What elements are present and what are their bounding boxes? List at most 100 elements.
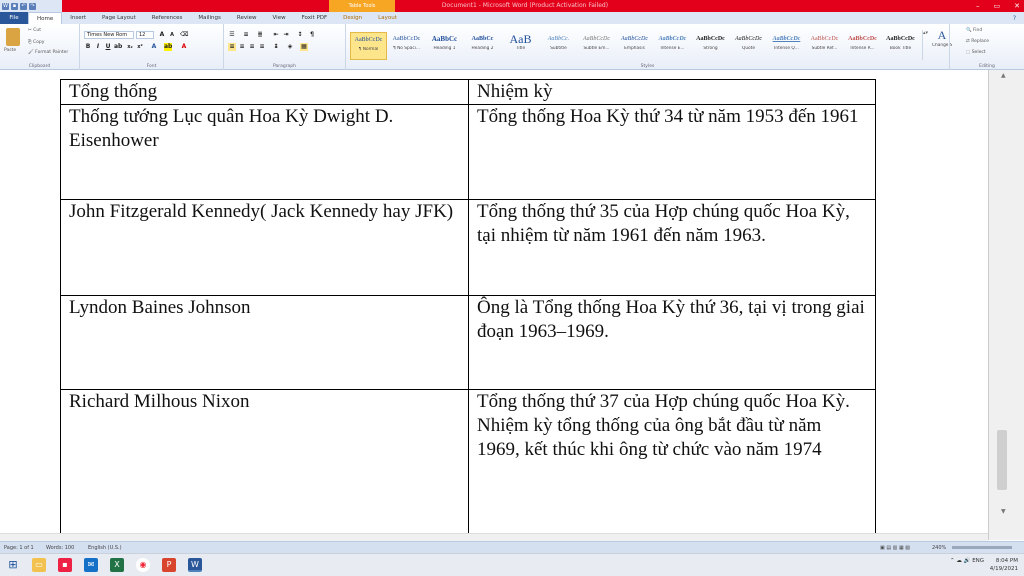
minimize-icon[interactable]: – [976,2,980,10]
grow-font-icon[interactable]: A [158,31,166,39]
justify-icon[interactable]: ≡ [258,43,266,51]
start-icon[interactable]: ⊞ [6,558,20,572]
style-intense-quote[interactable]: AaBbCcDc Intense Q... [768,32,805,60]
styles-scroll-icon[interactable]: ▴▾ [922,30,928,60]
style-emphasis[interactable]: AaBbCcDc Emphasis [616,32,653,60]
shrink-font-icon[interactable]: A [168,31,176,39]
font-size-select[interactable]: 12 [136,31,154,39]
tab-mailings[interactable]: Mailings [190,12,229,24]
cut-button[interactable]: ✂ Cut [28,28,41,33]
style-intense-emphasis[interactable]: AaBbCcDc Intense E... [654,32,691,60]
table-cell[interactable]: Nhiệm kỳ [468,79,876,105]
style-strong[interactable]: AaBbCcDc Strong [692,32,729,60]
word-count[interactable]: Words: 100 [46,545,74,551]
tab-home[interactable]: Home [28,12,63,24]
maximize-icon[interactable]: ▭ [994,2,1001,10]
tab-view[interactable]: View [265,12,294,24]
close-icon[interactable]: ✕ [1014,2,1020,10]
word-icon[interactable]: W [2,2,9,10]
decrease-indent-icon[interactable]: ⇤ [272,31,280,39]
language-indicator[interactable]: English (U.S.) [88,545,122,551]
table-cell[interactable]: Tổng thống [60,79,469,105]
sort-icon[interactable]: ↕ [296,31,304,39]
text-effects-icon[interactable]: A [150,43,158,51]
style-intense-reference[interactable]: AaBbCcDc Intense R... [844,32,881,60]
scroll-thumb[interactable] [997,430,1007,490]
excel-icon[interactable]: X [110,558,124,572]
zoom-level[interactable]: 240% [932,545,946,551]
table-cell[interactable]: Tổng thống thứ 35 của Hợp chúng quốc Hoa… [468,199,876,296]
numbering-icon[interactable]: ≡ [242,31,250,39]
table-cell[interactable]: Tổng thống Hoa Kỳ thứ 34 từ năm 1953 đến… [468,104,876,200]
highlight-icon[interactable]: ab [164,43,172,51]
increase-indent-icon[interactable]: ⇥ [282,31,290,39]
style-normal[interactable]: AaBbCcDc ¶ Normal [350,32,387,60]
table-cell[interactable]: Thống tướng Lục quân Hoa Kỳ Dwight D. Ei… [60,104,469,200]
tab-insert[interactable]: Insert [62,12,94,24]
paste-button[interactable]: Paste [4,48,16,53]
view-buttons-icon[interactable]: ▣ ▤ ▥ ▦ ▧ [880,545,910,551]
bullets-icon[interactable]: ☰ [228,31,236,39]
bold-button[interactable]: B [84,43,92,51]
shading-icon[interactable]: ◈ [286,43,294,51]
tab-design[interactable]: Design [335,12,370,24]
style-subtle-emphasis[interactable]: AaBbCcDc Subtle Em... [578,32,615,60]
style-subtitle[interactable]: AaBbCc. Subtitle [540,32,577,60]
tab-review[interactable]: Review [229,12,265,24]
font-name-select[interactable]: Times New Rom [84,31,134,39]
find-button[interactable]: 🔍 Find [966,28,982,33]
tab-layout[interactable]: Layout [370,12,405,24]
word-taskbar-icon[interactable]: W [188,558,202,572]
tab-foxit-pdf[interactable]: Foxit PDF [294,12,336,24]
italic-button[interactable]: I [94,43,102,51]
style-title[interactable]: AaB Title [502,32,539,60]
table-cell[interactable]: Richard Milhous Nixon [60,389,469,536]
align-center-icon[interactable]: ≡ [238,43,246,51]
redo-icon[interactable]: ↷ [29,2,36,10]
vertical-scrollbar[interactable]: ▲ ▼ [988,70,1024,540]
pdf-icon[interactable]: P [162,558,176,572]
tab-references[interactable]: References [144,12,191,24]
file-explorer-icon[interactable]: ▭ [32,558,46,572]
zoom-slider[interactable] [952,546,1012,549]
borders-icon[interactable]: ▦ [300,43,308,51]
chrome-icon[interactable]: ◉ [136,558,150,572]
table-cell[interactable]: John Fitzgerald Kennedy( Jack Kennedy ha… [60,199,469,296]
select-button[interactable]: ⬚ Select [966,50,986,55]
clock[interactable]: 8:04 PM 4/19/2021 [990,557,1018,573]
style-quote[interactable]: AaBbCcDc Quote [730,32,767,60]
line-spacing-icon[interactable]: ↨ [272,43,280,51]
paste-icon[interactable] [6,28,20,46]
subscript-icon[interactable]: x₂ [126,43,134,51]
format-painter-button[interactable]: 🖌 Format Painter [28,50,68,55]
page-count[interactable]: Page: 1 of 1 [4,545,34,551]
presidents-table[interactable]: Tổng thống Nhiệm kỳ Thống tướng Lục quân… [60,79,876,536]
superscript-icon[interactable]: x² [136,43,144,51]
table-cell[interactable]: Ông là Tổng thống Hoa Kỳ thứ 36, tại vị … [468,295,876,390]
horizontal-scrollbar[interactable] [0,533,988,541]
tab-page-layout[interactable]: Page Layout [94,12,144,24]
change-styles-button[interactable]: A Change Styles [932,28,952,48]
help-icon[interactable]: ? [1013,15,1024,22]
style-subtle-reference[interactable]: AaBbCcDc Subtle Ref... [806,32,843,60]
replace-button[interactable]: ⇄ Replace [966,39,989,44]
show-formatting-icon[interactable]: ¶ [308,31,316,39]
table-cell[interactable]: Tổng thống thứ 37 của Hợp chúng quốc Hoa… [468,389,876,536]
mail-icon[interactable]: ✉ [84,558,98,572]
language-tray[interactable]: ENG [972,558,984,564]
table-cell[interactable]: Lyndon Baines Johnson [60,295,469,390]
save-icon[interactable]: ▪ [11,2,18,10]
style-book-title[interactable]: AaBbCcDc Book Title [882,32,919,60]
copy-button[interactable]: ⎘ Copy [28,39,44,45]
align-left-icon[interactable]: ≡ [228,43,236,51]
scroll-down-icon[interactable]: ▼ [1001,508,1006,515]
multilevel-list-icon[interactable]: ≣ [256,31,264,39]
tray-icons[interactable]: ⌃ ☁ 🔊 [950,558,972,564]
style-heading-2[interactable]: AaBbCc Heading 2 [464,32,501,60]
undo-icon[interactable]: ↶ [20,2,27,10]
strikethrough-icon[interactable]: ab [114,43,122,51]
style-heading-1[interactable]: AaBbCc Heading 1 [426,32,463,60]
app-icon[interactable]: ▪ [58,558,72,572]
underline-button[interactable]: U [104,43,112,51]
font-color-icon[interactable]: A [180,43,188,51]
